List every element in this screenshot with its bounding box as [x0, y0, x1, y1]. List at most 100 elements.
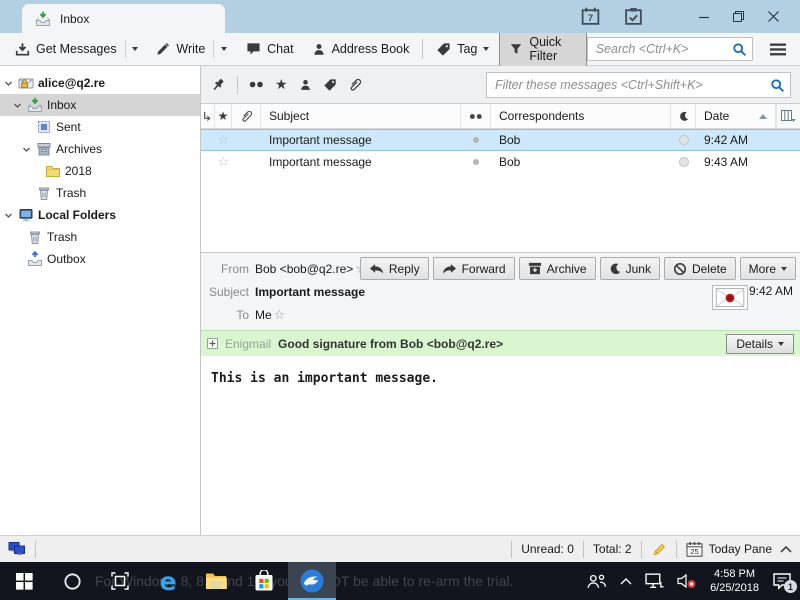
quick-filter-bar: ★: [201, 66, 800, 104]
read-indicator-icon[interactable]: [473, 137, 479, 143]
column-subject[interactable]: Subject: [261, 104, 461, 128]
minimize-button[interactable]: [698, 11, 710, 23]
tag-button[interactable]: Tag: [430, 38, 495, 61]
filter-starred-icon[interactable]: ★: [275, 77, 288, 93]
column-thread[interactable]: [201, 104, 215, 128]
filter-input[interactable]: [487, 73, 790, 97]
junk-indicator-icon[interactable]: [679, 157, 689, 167]
star-outline-icon[interactable]: ☆: [274, 308, 286, 323]
search-input[interactable]: [588, 38, 752, 60]
search-icon[interactable]: [770, 78, 785, 93]
column-junk[interactable]: [671, 104, 696, 128]
folder-inbox[interactable]: Inbox: [0, 94, 200, 116]
tasks-tab-icon[interactable]: [623, 6, 644, 27]
mail-toolbar: Get Messages Write Chat Address Book: [0, 33, 800, 66]
people-icon[interactable]: [586, 574, 607, 589]
outbox-icon: [27, 251, 43, 267]
junk-button[interactable]: Junk: [600, 257, 660, 280]
more-button[interactable]: More: [740, 257, 796, 280]
file-explorer-taskbar-icon[interactable]: [192, 562, 240, 600]
today-pane-toggle[interactable]: 25 Today Pane: [686, 541, 792, 557]
column-date[interactable]: Date: [696, 104, 776, 128]
start-button[interactable]: [0, 562, 48, 600]
search-icon[interactable]: [732, 42, 747, 57]
message-row[interactable]: ☆ Important message Bob 9:43 AM: [201, 151, 800, 173]
pin-icon[interactable]: [210, 77, 226, 93]
column-read[interactable]: [461, 104, 491, 128]
chevron-up-icon: [780, 546, 792, 553]
chat-bubble-icon: [246, 42, 261, 56]
signed-message-icon[interactable]: [712, 285, 748, 310]
folder-outbox[interactable]: Outbox: [0, 248, 200, 270]
calendar-tab-icon[interactable]: 7: [580, 6, 601, 27]
star-outline-icon[interactable]: ☆: [218, 155, 230, 170]
volume-muted-icon[interactable]: [677, 573, 697, 589]
twisty-icon[interactable]: [21, 145, 32, 154]
column-correspondents[interactable]: Correspondents: [491, 104, 671, 128]
online-status-icon[interactable]: [8, 541, 26, 558]
chevron-down-icon: [221, 47, 227, 51]
junk-indicator-icon[interactable]: [679, 135, 689, 145]
filter-unread-icon[interactable]: [249, 80, 264, 89]
details-button[interactable]: Details: [726, 334, 794, 354]
column-picker-button[interactable]: [776, 104, 800, 128]
reply-button[interactable]: Reply: [360, 257, 429, 280]
funnel-icon: [509, 42, 523, 56]
chevron-down-icon: [781, 267, 787, 271]
compose-pencil-icon[interactable]: [651, 542, 667, 557]
edge-taskbar-icon[interactable]: e: [144, 562, 192, 600]
folder-sent[interactable]: Sent: [0, 116, 200, 138]
read-indicator-icon[interactable]: [473, 159, 479, 165]
to-value[interactable]: Me: [255, 308, 272, 322]
filter-tag-icon[interactable]: [323, 78, 337, 92]
clock-date: 6/25/2018: [710, 581, 759, 595]
get-messages-dropdown[interactable]: [127, 43, 143, 55]
from-value[interactable]: Bob <bob@q2.re>: [255, 262, 353, 276]
filter-contact-icon[interactable]: [299, 78, 312, 92]
close-button[interactable]: [767, 10, 780, 23]
quick-filter-toggle[interactable]: Quick Filter: [499, 31, 586, 67]
address-book-button[interactable]: Address Book: [306, 38, 416, 61]
from-label: From: [201, 262, 249, 276]
folder-local-trash[interactable]: Trash: [0, 226, 200, 248]
global-search-box[interactable]: [587, 37, 753, 61]
chat-button[interactable]: Chat: [240, 38, 299, 60]
titlebar: Inbox 7: [0, 0, 800, 33]
app-menu-button[interactable]: [765, 39, 791, 60]
expander-plus-icon[interactable]: [207, 338, 218, 349]
folder-archives[interactable]: Archives: [0, 138, 200, 160]
restore-button[interactable]: [732, 10, 745, 23]
delete-button[interactable]: Delete: [664, 257, 736, 280]
task-view-button[interactable]: [96, 562, 144, 600]
folder-trash[interactable]: Trash: [0, 182, 200, 204]
junk-flame-icon: [609, 262, 621, 276]
taskbar-clock[interactable]: 4:58 PM 6/25/2018: [710, 567, 759, 596]
forward-button[interactable]: Forward: [433, 257, 515, 280]
twisty-icon[interactable]: [3, 211, 14, 220]
person-icon: [312, 42, 326, 57]
twisty-icon[interactable]: [12, 101, 23, 110]
folder-2018[interactable]: 2018: [0, 160, 200, 182]
forward-arrow-icon: [442, 263, 457, 275]
message-date: 9:42 AM: [704, 133, 748, 147]
star-outline-icon[interactable]: ☆: [218, 133, 230, 148]
message-row[interactable]: ☆ Important message Bob 9:42 AM: [201, 129, 800, 151]
column-attachments[interactable]: [232, 104, 261, 128]
network-tray-icon[interactable]: [645, 573, 664, 589]
folder-account[interactable]: alice@q2.re: [0, 72, 200, 94]
write-button[interactable]: Write: [149, 38, 211, 61]
message-filter-box[interactable]: [486, 72, 791, 98]
store-taskbar-icon[interactable]: [240, 562, 288, 600]
tab-inbox[interactable]: Inbox: [22, 4, 225, 33]
get-messages-button[interactable]: Get Messages: [9, 38, 123, 61]
archive-button[interactable]: Archive: [519, 257, 596, 280]
folder-local-folders[interactable]: Local Folders: [0, 204, 200, 226]
thunderbird-taskbar-icon[interactable]: [288, 562, 336, 600]
write-dropdown[interactable]: [216, 43, 232, 55]
column-starred[interactable]: ★: [215, 104, 232, 128]
hidden-icons-chevron[interactable]: [620, 577, 632, 585]
cortana-button[interactable]: [48, 562, 96, 600]
action-center-button[interactable]: 1: [772, 572, 792, 590]
twisty-icon[interactable]: [3, 79, 14, 88]
filter-attachment-icon[interactable]: [348, 78, 362, 92]
